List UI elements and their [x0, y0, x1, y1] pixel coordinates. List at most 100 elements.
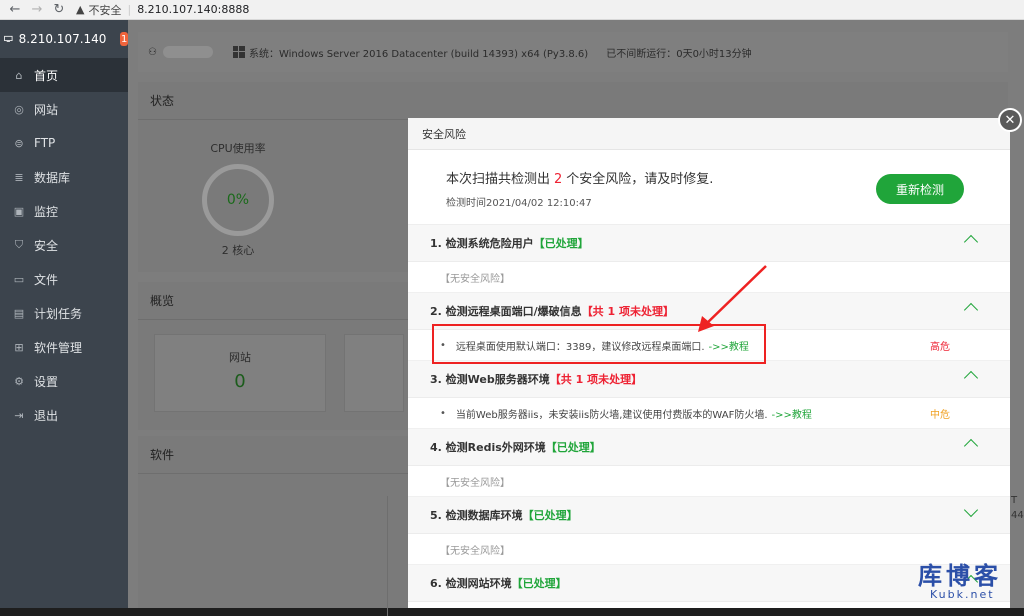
host-address: 8.210.107.140 [18, 32, 107, 46]
sidebar-item-label: FTP [34, 136, 56, 150]
site-stat-card[interactable]: 网站 0 [154, 334, 326, 412]
gear-icon: ⚙ [14, 374, 24, 388]
sidebar-item-8[interactable]: ⊞ 软件管理 [0, 330, 128, 364]
notification-badge[interactable]: 1 [120, 32, 128, 46]
sidebar-item-7[interactable]: ▤ 计划任务 [0, 296, 128, 330]
user-icon: ⚇ [148, 46, 157, 58]
sidebar-item-0[interactable]: ⌂ 首页 [0, 58, 128, 92]
task-icon: ▤ [13, 306, 25, 320]
server-monitor-icon [4, 35, 13, 42]
check-status: 【共 1 项未处理】 [549, 373, 643, 386]
check-status: 【已处理】 [522, 509, 578, 522]
sidebar-item-2[interactable]: ⊜ FTP [0, 126, 128, 160]
edge-text-2: 44 [1011, 510, 1024, 521]
check-status: 【已处理】 [545, 441, 601, 454]
sidebar-item-label: 数据库 [34, 170, 71, 185]
check-title: 1. 检测系统危险用户 [430, 237, 534, 250]
system-info: 系统：Windows Server 2016 Datacenter (build… [248, 48, 589, 60]
chevron-up-icon[interactable] [963, 438, 979, 454]
sidebar-item-label: 退出 [34, 408, 59, 423]
close-icon[interactable]: ✕ [998, 108, 1022, 132]
apps-icon: ⊞ [14, 340, 24, 354]
sidebar-item-label: 安全 [34, 238, 59, 253]
cpu-gauge-wrap: CPU使用率 0% 2 核心 [198, 140, 278, 258]
server-info-bar: ⚇ 系统：Windows Server 2016 Datacenter (bui… [138, 32, 1008, 72]
rescan-button[interactable]: 重新检测 [876, 174, 964, 204]
stat-card[interactable] [344, 334, 404, 412]
chevron-up-icon[interactable] [963, 302, 979, 318]
sidebar-item-label: 设置 [34, 374, 59, 389]
username-blurred [162, 46, 213, 58]
sidebar-item-label: 计划任务 [34, 306, 83, 321]
risk-item: • 当前Web服务器iis，未安装iis防火墙,建议使用付费版本的WAF防火墙. -… [408, 398, 1010, 429]
cpu-gauge[interactable]: 0% [202, 164, 274, 236]
risk-level: 中危 [930, 409, 950, 421]
no-risk-text: 【无安全风险】 [408, 466, 1010, 497]
chevron-up-icon[interactable] [963, 234, 979, 250]
address-separator: | [127, 3, 132, 16]
sidebar: 8.210.107.140 1 ⌂ 首页 ◎ 网站 ⊜ FTP ≣ 数据库 ▣ 监控 ⛉ 安全 ▭ 文件 ▤… [0, 20, 128, 608]
sidebar-item-1[interactable]: ◎ 网站 [0, 92, 128, 126]
sidebar-item-label: 软件管理 [34, 340, 83, 355]
cpu-value: 0% [226, 192, 250, 208]
software-area [148, 496, 388, 616]
sidebar-item-3[interactable]: ≣ 数据库 [0, 160, 128, 194]
check-title: 5. 检测数据库环境 [430, 509, 523, 522]
watermark-cn: 库博客 [918, 562, 1002, 590]
dialog-title: 安全风险 [408, 118, 1010, 150]
monitor-icon: ▣ [13, 204, 25, 218]
summary-prefix: 本次扫描共检测出 [446, 172, 551, 187]
check-status: 【已处理】 [533, 237, 589, 250]
warning-triangle-icon: ▲ [76, 3, 85, 16]
sidebar-item-label: 网站 [34, 102, 59, 117]
shield-icon: ⛉ [14, 238, 24, 251]
sidebar-item-label: 监控 [34, 204, 59, 219]
site-label: 网站 [229, 351, 251, 364]
check-title: 4. 检测Redis外网环境 [430, 441, 546, 454]
tutorial-link[interactable]: ->>教程 [772, 406, 812, 421]
bullet-icon: • [440, 407, 446, 419]
ftp-icon: ⊜ [14, 136, 24, 150]
check-section-header[interactable]: 3. 检测Web服务器环境 【共 1 项未处理】 [408, 361, 1010, 398]
sidebar-item-9[interactable]: ⚙ 设置 [0, 364, 128, 398]
insecure-label: 不安全 [88, 3, 122, 17]
reload-icon[interactable]: ↻ [48, 1, 70, 19]
sidebar-item-label: 文件 [34, 272, 59, 287]
risk-level: 高危 [930, 341, 950, 353]
address-bar[interactable]: ▲ 不安全 | 8.210.107.140:8888 [76, 1, 249, 19]
cpu-cores: 2 核心 [221, 244, 255, 257]
check-title: 2. 检测远程桌面端口/爆破信息 [430, 305, 582, 318]
summary-suffix: 个安全风险，请及时修复. [566, 172, 714, 187]
check-status: 【已处理】 [511, 577, 567, 590]
check-section-header[interactable]: 4. 检测Redis外网环境 【已处理】 [408, 429, 1010, 466]
chevron-up-icon[interactable] [963, 370, 979, 386]
check-section-header[interactable]: 1. 检测系统危险用户 【已处理】 [408, 225, 1010, 262]
sidebar-item-6[interactable]: ▭ 文件 [0, 262, 128, 296]
sidebar-item-5[interactable]: ⛉ 安全 [0, 228, 128, 262]
sidebar-item-10[interactable]: ⇥ 退出 [0, 398, 128, 432]
cpu-label: CPU使用率 [210, 142, 266, 155]
sidebar-header: 8.210.107.140 1 [0, 20, 128, 58]
sidebar-item-label: 首页 [34, 68, 59, 83]
url-text[interactable]: 8.210.107.140:8888 [137, 3, 249, 16]
check-status: 【共 1 项未处理】 [581, 305, 674, 318]
check-section-header[interactable]: 5. 检测数据库环境 【已处理】 [408, 497, 1010, 534]
check-title: 3. 检测Web服务器环境 [430, 373, 550, 386]
sidebar-item-4[interactable]: ▣ 监控 [0, 194, 128, 228]
windows-icon [232, 46, 245, 58]
folder-icon: ▭ [13, 272, 25, 286]
watermark-en: Kubk.net [930, 588, 995, 601]
annotation-arrow-icon [698, 265, 767, 332]
globe-icon: ◎ [14, 102, 24, 116]
check-title: 6. 检测网站环境 [430, 577, 512, 590]
database-icon: ≣ [14, 170, 24, 184]
back-icon[interactable]: ← [4, 1, 26, 19]
browser-toolbar: ← → ↻ ▲ 不安全 | 8.210.107.140:8888 [0, 0, 1024, 20]
site-count: 0 [234, 371, 246, 392]
risk-text: 当前Web服务器iis，未安装iis防火墙,建议使用付费版本的WAF防火墙. [455, 409, 768, 421]
home-icon: ⌂ [15, 68, 23, 82]
forward-icon[interactable]: → [26, 1, 48, 19]
risk-count: 2 [554, 172, 563, 187]
logout-icon: ⇥ [14, 408, 24, 422]
chevron-down-icon[interactable] [963, 502, 979, 518]
